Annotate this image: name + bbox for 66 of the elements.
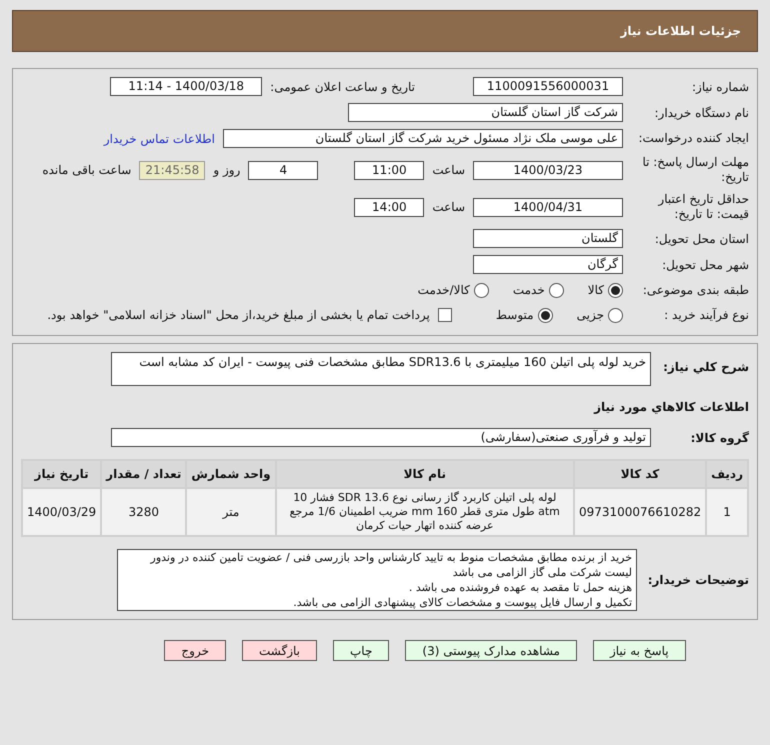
section-heading: اطلاعات کالاهاي مورد نياز	[592, 399, 749, 416]
field-label: طبقه بندی موضوعی:	[642, 282, 749, 299]
column-header: تعداد / مقدار	[102, 461, 186, 487]
radio-button[interactable]	[608, 282, 623, 298]
radio-button[interactable]	[608, 308, 623, 322]
field-label: شرح کلي نياز:	[662, 359, 749, 376]
field-value: 1400/03/23	[473, 160, 623, 180]
field-label: ساعت	[432, 199, 465, 216]
table-cell: لوله پلی اتیلن کاربرد گاز رسانی نوع SDR 13.6 فشار 10 atm طول متری قطر 160 mm ضریب اطمینان 1/6 مرجع عرضه کننده اتهار حیات کرمان	[276, 489, 573, 535]
column-header: کد کالا	[574, 461, 706, 487]
radio-button[interactable]	[474, 282, 489, 298]
action-button[interactable]: چاپ	[333, 640, 390, 661]
field-value: 1100091556000031	[473, 77, 623, 96]
field-label: متوسط	[496, 307, 534, 324]
field-label: ساعت	[432, 162, 465, 179]
field-value: 1400/04/31	[473, 198, 623, 216]
contact-link[interactable]: اطلاعات تماس خریدار	[104, 130, 215, 148]
field-label: جزیی	[576, 307, 604, 324]
page-title: جزئیات اطلاعات نیاز	[620, 23, 741, 40]
table-cell: 1400/03/29	[23, 489, 100, 535]
field-value: 11:00	[354, 160, 424, 180]
field-label: توضیحات خریدار:	[646, 572, 749, 589]
field-value: 1400/03/18 - 11:14	[110, 77, 262, 96]
table-cell: متر	[187, 489, 275, 535]
field-label: پرداخت تمام یا بخشی از مبلغ خرید،از محل "اسناد خزانه اسلامی" خواهد بود.	[47, 307, 430, 324]
radio-button[interactable]	[548, 282, 564, 298]
action-button[interactable]: بازگشت	[242, 640, 317, 661]
field-label: شهر محل تحویل:	[661, 256, 749, 274]
action-button[interactable]: خروج	[164, 640, 226, 661]
field-label: کالا/خدمت	[418, 282, 470, 299]
field-value: گلستان	[473, 229, 623, 248]
field-label: ساعت باقی مانده	[42, 162, 132, 179]
field-value: 4	[248, 160, 318, 180]
summary-field: خرید لوله پلی اتیلن 160 میلیمتری با SDR13.6 مطابق مشخصات فنی پیوست - ایران کد مشابه است	[111, 352, 651, 386]
field-label: کالا	[588, 282, 604, 299]
field-label: استان محل تحویل:	[654, 230, 749, 248]
action-button[interactable]: مشاهده مدارک پیوستی (3)	[405, 640, 577, 661]
note-line: هزینه حمل تا مقصد به عهده فروشنده می باشد .	[408, 580, 632, 595]
table-cell: 3280	[102, 489, 186, 535]
field-label: نام دستگاه خریدار:	[654, 104, 749, 122]
field-label: تاریخ و ساعت اعلان عمومی:	[270, 78, 415, 96]
field-label: نوع فرآیند خرید :	[663, 307, 749, 324]
goods-group-field: تولید و فرآوری صنعتی(سفارشی)	[111, 428, 651, 447]
column-header: تاریخ نیاز	[23, 461, 100, 487]
radio-button[interactable]	[538, 308, 553, 322]
column-header: نام کالا	[276, 461, 573, 487]
field-value: 14:00	[354, 198, 424, 216]
field-value: گرگان	[473, 255, 623, 274]
checkbox[interactable]	[438, 308, 452, 322]
remaining-time: 21:45:58	[139, 160, 206, 180]
table-cell: 0973100076610282	[574, 489, 706, 535]
field-value: علی موسی ملک نژاد مسئول خرید شرکت گاز استان گلستان	[223, 129, 623, 148]
field-label: گروه کالا:	[690, 430, 749, 446]
field-label: مهلت ارسال پاسخ: تا تاریخ:	[641, 155, 749, 185]
action-button[interactable]: پاسخ به نیاز	[592, 640, 686, 661]
field-value: شرکت گاز استان گلستان	[348, 103, 623, 122]
column-header: واحد شمارش	[187, 461, 275, 487]
column-header: ردیف	[707, 461, 747, 487]
table-cell: 1	[707, 489, 747, 535]
field-label: حداقل تاریخ اعتبار قیمت: تا تاریخ:	[656, 192, 749, 222]
field-label: شماره نیاز:	[691, 78, 749, 96]
note-line: تکمیل و ارسال فایل پیوست و مشخصات کالای پیشنهادی الزامی می باشد.	[292, 595, 632, 610]
field-label: خدمت	[512, 282, 545, 299]
note-line: خرید از برنده مطابق مشخصات منوط به تایید کارشناس واحد بازرسی فنی / عضویت تامین کننده در وندور لیست شرکت ملی گاز الزامی می باشد	[149, 550, 632, 580]
field-label: روز و	[213, 162, 240, 179]
field-label: ایجاد کننده درخواست:	[637, 131, 749, 146]
